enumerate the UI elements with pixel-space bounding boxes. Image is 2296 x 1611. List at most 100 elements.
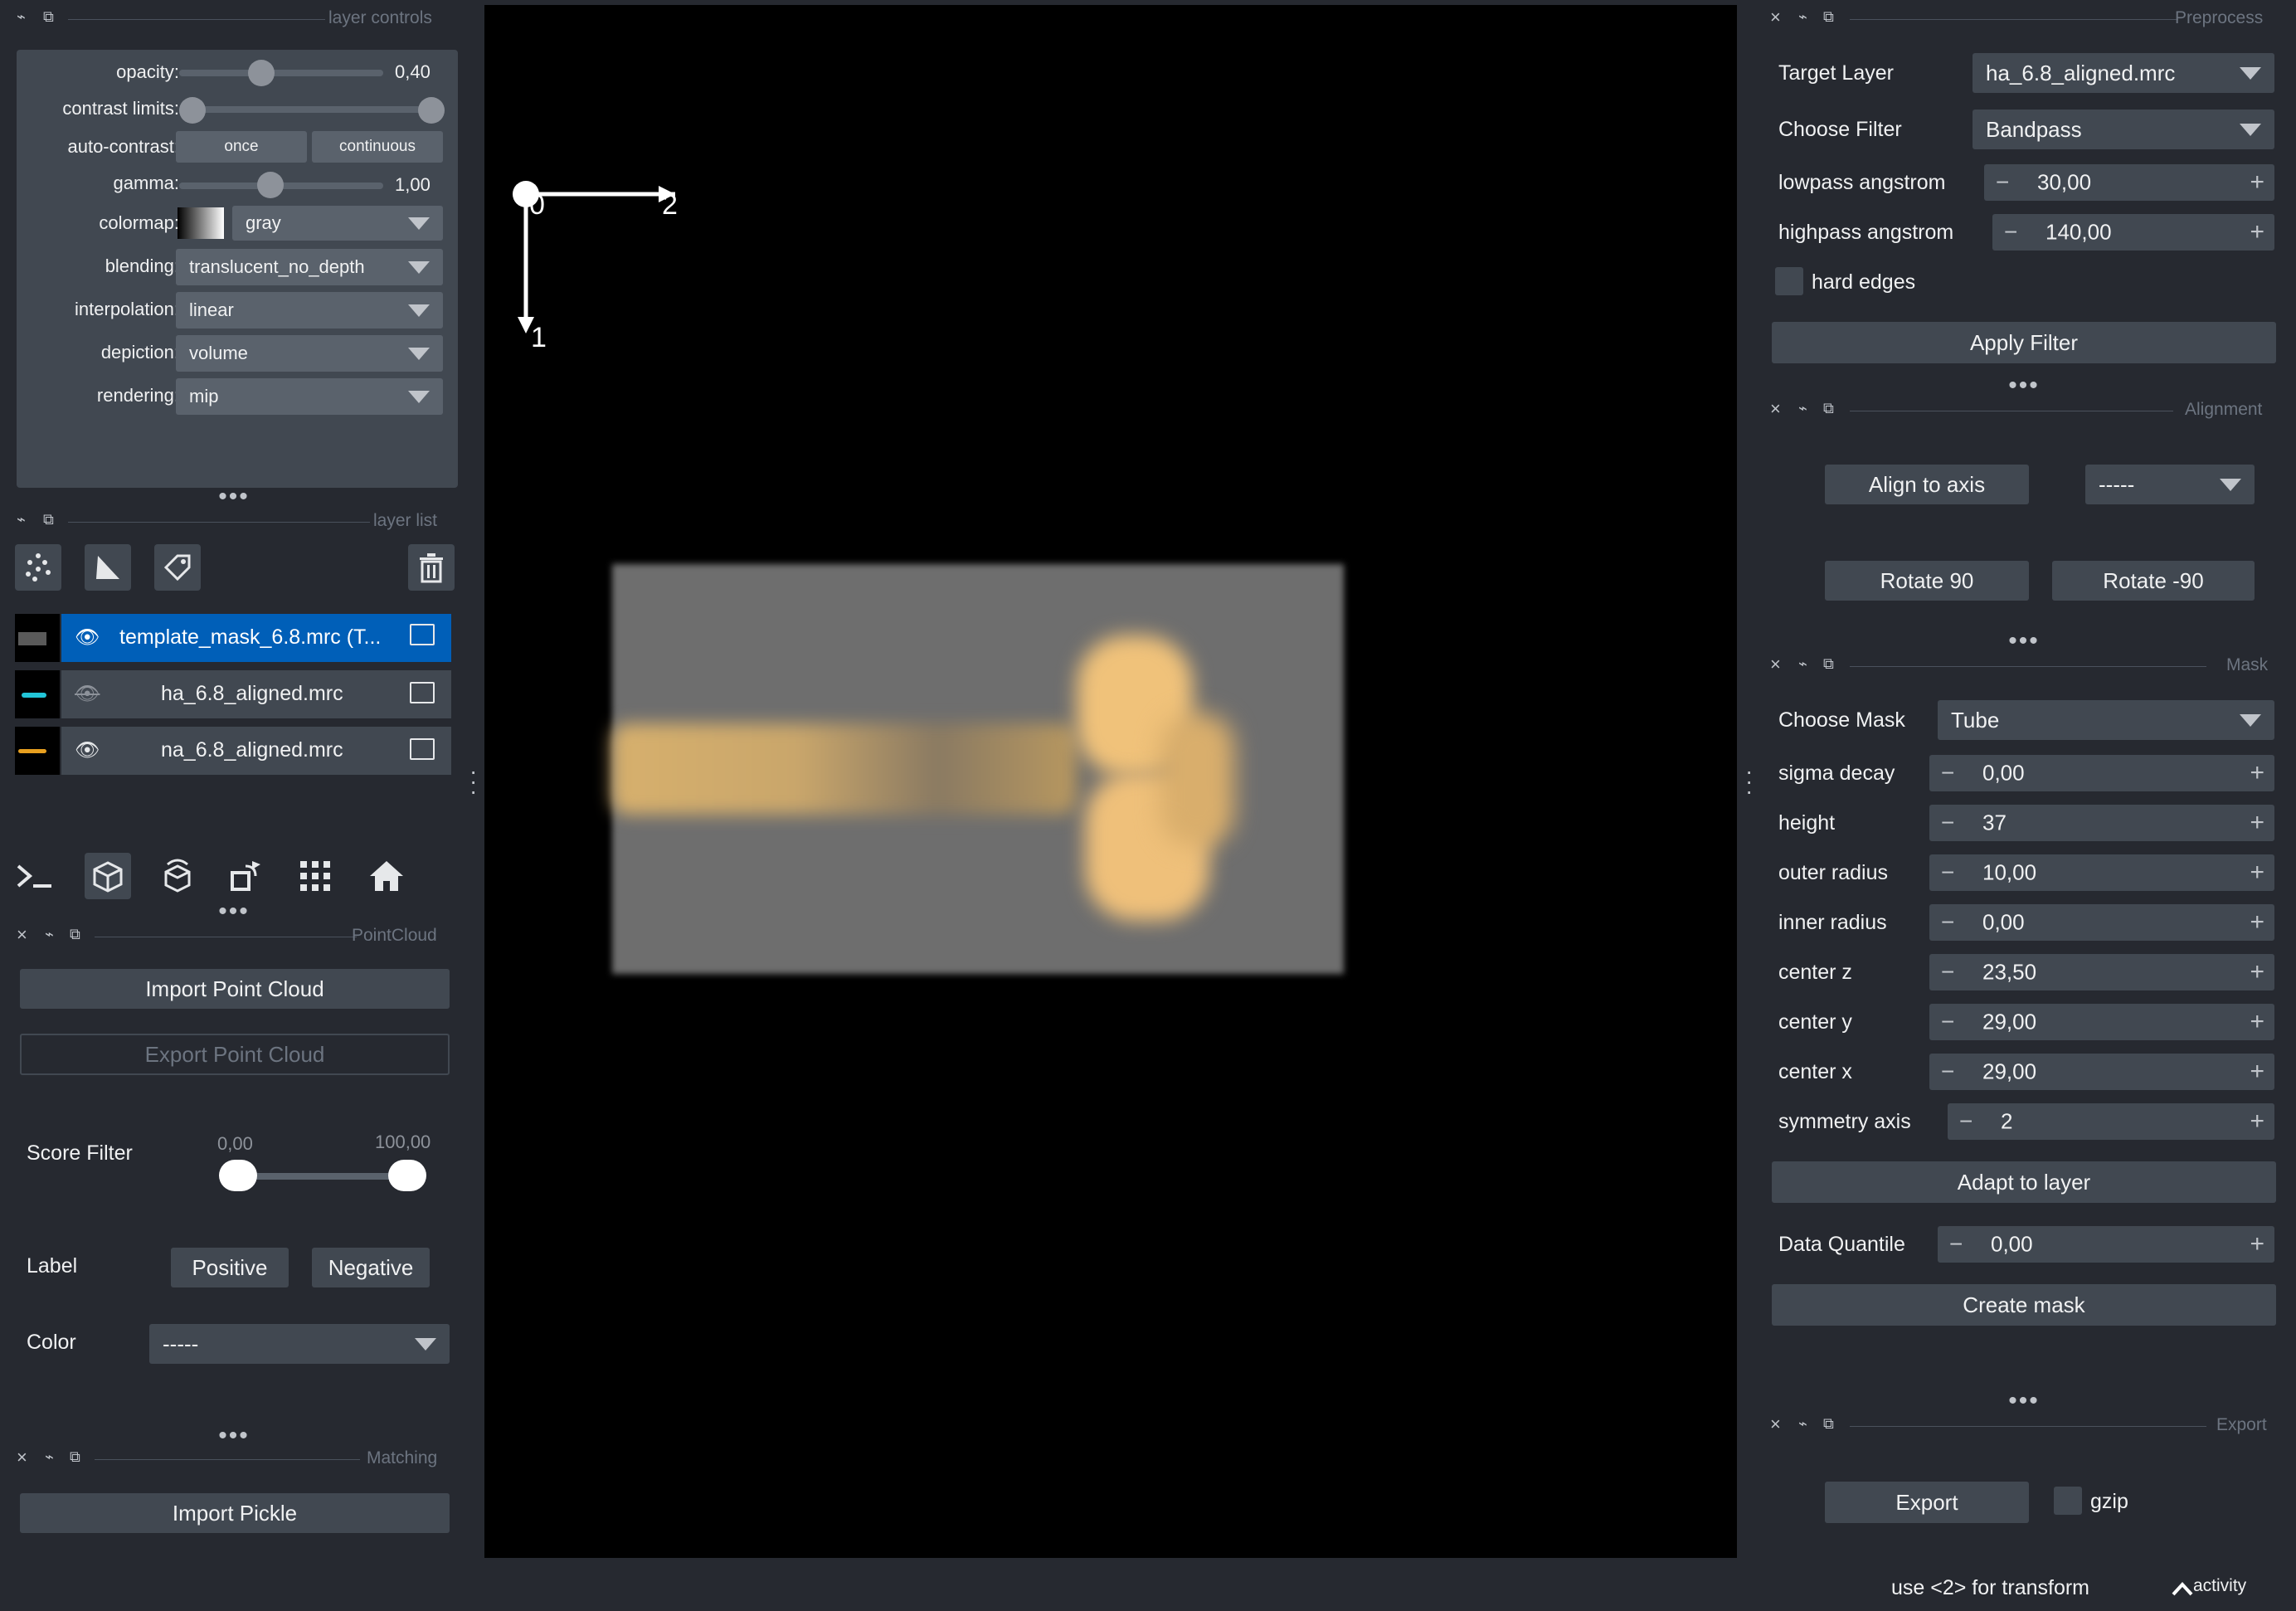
rendering-select[interactable]: mip xyxy=(176,378,443,415)
sigma-decay-spinbox[interactable]: − 0,00 + xyxy=(1929,755,2274,791)
panel-resize-handle[interactable]: ••• xyxy=(207,1424,260,1448)
eye-icon[interactable]: 👁 xyxy=(75,625,100,650)
activity-toggle[interactable]: activity xyxy=(2172,1574,2263,1603)
float-icon[interactable]: ⧉ xyxy=(1823,655,1834,673)
decrement-button[interactable]: − xyxy=(1941,810,1954,836)
float-icon[interactable]: ⧉ xyxy=(70,926,80,943)
increment-button[interactable]: + xyxy=(2250,908,2264,937)
layer-row[interactable]: 👁 template_mask_6.8.mrc (T... xyxy=(15,614,451,662)
increment-button[interactable]: + xyxy=(2250,859,2264,887)
decrement-button[interactable]: − xyxy=(1941,760,1954,786)
decrement-button[interactable]: − xyxy=(1996,169,2009,196)
contrast-min-handle[interactable] xyxy=(179,97,206,124)
layer-row-body[interactable]: 👁 ha_6.8_aligned.mrc xyxy=(61,670,451,718)
negative-button[interactable]: Negative xyxy=(312,1248,430,1287)
center-x-spinbox[interactable]: − 29,00 + xyxy=(1929,1054,2274,1090)
decrement-button[interactable]: − xyxy=(1941,859,1954,886)
lowpass-spinbox[interactable]: − 30,00 + xyxy=(1984,164,2274,201)
pin-icon[interactable]: ⌁ xyxy=(17,8,26,26)
auto-contrast-continuous-button[interactable]: continuous xyxy=(312,131,443,163)
float-icon[interactable]: ⧉ xyxy=(1823,1415,1834,1433)
interpolation-select[interactable]: linear xyxy=(176,292,443,329)
export-point-cloud-button[interactable]: Export Point Cloud xyxy=(20,1034,450,1075)
depiction-select[interactable]: volume xyxy=(176,335,443,372)
pin-icon[interactable]: ⌁ xyxy=(1798,400,1807,417)
choose-mask-select[interactable]: Tube xyxy=(1938,700,2274,740)
highpass-spinbox[interactable]: − 140,00 + xyxy=(1992,214,2274,251)
new-labels-layer-button[interactable] xyxy=(154,544,201,591)
pin-icon[interactable]: ⌁ xyxy=(1798,655,1807,673)
eye-icon[interactable]: 👁 xyxy=(75,738,100,762)
increment-button[interactable]: + xyxy=(2250,958,2264,986)
layer-row-body[interactable]: 👁 na_6.8_aligned.mrc xyxy=(61,727,451,775)
colormap-select[interactable]: gray xyxy=(232,206,443,241)
layer-row[interactable]: 👁 na_6.8_aligned.mrc xyxy=(15,727,451,775)
positive-button[interactable]: Positive xyxy=(171,1248,289,1287)
height-spinbox[interactable]: − 37 + xyxy=(1929,805,2274,841)
increment-button[interactable]: + xyxy=(2250,1008,2264,1036)
blending-select[interactable]: translucent_no_depth xyxy=(176,249,443,285)
increment-button[interactable]: + xyxy=(2250,759,2264,787)
close-icon[interactable]: × xyxy=(1770,7,1781,28)
import-point-cloud-button[interactable]: Import Point Cloud xyxy=(20,969,450,1009)
color-select[interactable]: ----- xyxy=(149,1324,450,1364)
pin-icon[interactable]: ⌁ xyxy=(1798,1415,1807,1433)
data-quantile-spinbox[interactable]: − 0,00 + xyxy=(1938,1226,2274,1263)
pin-icon[interactable]: ⌁ xyxy=(45,926,54,943)
pin-icon[interactable]: ⌁ xyxy=(1798,8,1807,26)
panel-resize-handle[interactable]: ••• xyxy=(207,899,260,924)
left-splitter-handle[interactable]: · · · xyxy=(469,760,477,803)
gamma-slider-handle[interactable] xyxy=(257,172,284,198)
increment-button[interactable]: + xyxy=(2250,1230,2264,1258)
axis-select[interactable]: ----- xyxy=(2085,465,2255,504)
layer-row-body[interactable]: 👁 template_mask_6.8.mrc (T... xyxy=(61,614,451,662)
panel-resize-handle[interactable]: ••• xyxy=(1997,1389,2050,1414)
decrement-button[interactable]: − xyxy=(1941,909,1954,936)
new-shapes-layer-button[interactable] xyxy=(85,544,131,591)
outer-radius-spinbox[interactable]: − 10,00 + xyxy=(1929,854,2274,891)
close-icon[interactable]: × xyxy=(1770,398,1781,420)
panel-resize-handle[interactable]: ••• xyxy=(1997,373,2050,398)
decrement-button[interactable]: − xyxy=(1941,959,1954,986)
console-button[interactable] xyxy=(12,853,58,899)
rotate-90-button[interactable]: Rotate 90 xyxy=(1825,561,2029,601)
float-icon[interactable]: ⧉ xyxy=(43,511,54,528)
pin-icon[interactable]: ⌁ xyxy=(45,1448,54,1466)
rotate-neg90-button[interactable]: Rotate -90 xyxy=(2052,561,2255,601)
increment-button[interactable]: + xyxy=(2250,218,2264,246)
hard-edges-checkbox[interactable] xyxy=(1775,267,1803,295)
decrement-button[interactable]: − xyxy=(2004,219,2017,246)
close-icon[interactable]: × xyxy=(1770,1414,1781,1435)
roll-dims-button[interactable] xyxy=(154,853,201,899)
float-icon[interactable]: ⧉ xyxy=(43,8,54,26)
score-filter-slider[interactable] xyxy=(237,1173,406,1180)
close-icon[interactable]: × xyxy=(1770,654,1781,675)
decrement-button[interactable]: − xyxy=(1949,1231,1963,1258)
new-points-layer-button[interactable] xyxy=(15,544,61,591)
adapt-to-layer-button[interactable]: Adapt to layer xyxy=(1772,1161,2276,1203)
float-icon[interactable]: ⧉ xyxy=(1823,400,1834,417)
import-pickle-button[interactable]: Import Pickle xyxy=(20,1493,450,1533)
toggle-ndisplay-button[interactable] xyxy=(85,853,131,899)
decrement-button[interactable]: − xyxy=(1941,1009,1954,1035)
apply-filter-button[interactable]: Apply Filter xyxy=(1772,322,2276,363)
gzip-checkbox[interactable] xyxy=(2054,1487,2082,1515)
panel-resize-handle[interactable]: ••• xyxy=(207,484,260,509)
center-y-spinbox[interactable]: − 29,00 + xyxy=(1929,1004,2274,1040)
reset-view-button[interactable] xyxy=(363,853,410,899)
grid-view-button[interactable] xyxy=(292,853,338,899)
close-icon[interactable]: × xyxy=(17,1447,27,1468)
right-splitter-handle[interactable]: · · · xyxy=(1745,760,1753,803)
opacity-slider[interactable] xyxy=(179,70,383,76)
symmetry-axis-spinbox[interactable]: − 2 + xyxy=(1948,1103,2274,1140)
panel-resize-handle[interactable]: ••• xyxy=(1997,629,2050,654)
increment-button[interactable]: + xyxy=(2250,1107,2264,1136)
float-icon[interactable]: ⧉ xyxy=(70,1448,80,1466)
align-to-axis-button[interactable]: Align to axis xyxy=(1825,465,2029,504)
layer-row[interactable]: 👁 ha_6.8_aligned.mrc xyxy=(15,670,451,718)
pin-icon[interactable]: ⌁ xyxy=(17,511,26,528)
increment-button[interactable]: + xyxy=(2250,809,2264,837)
contrast-max-handle[interactable] xyxy=(418,97,445,124)
increment-button[interactable]: + xyxy=(2250,168,2264,197)
contrast-limits-slider[interactable] xyxy=(192,106,433,113)
